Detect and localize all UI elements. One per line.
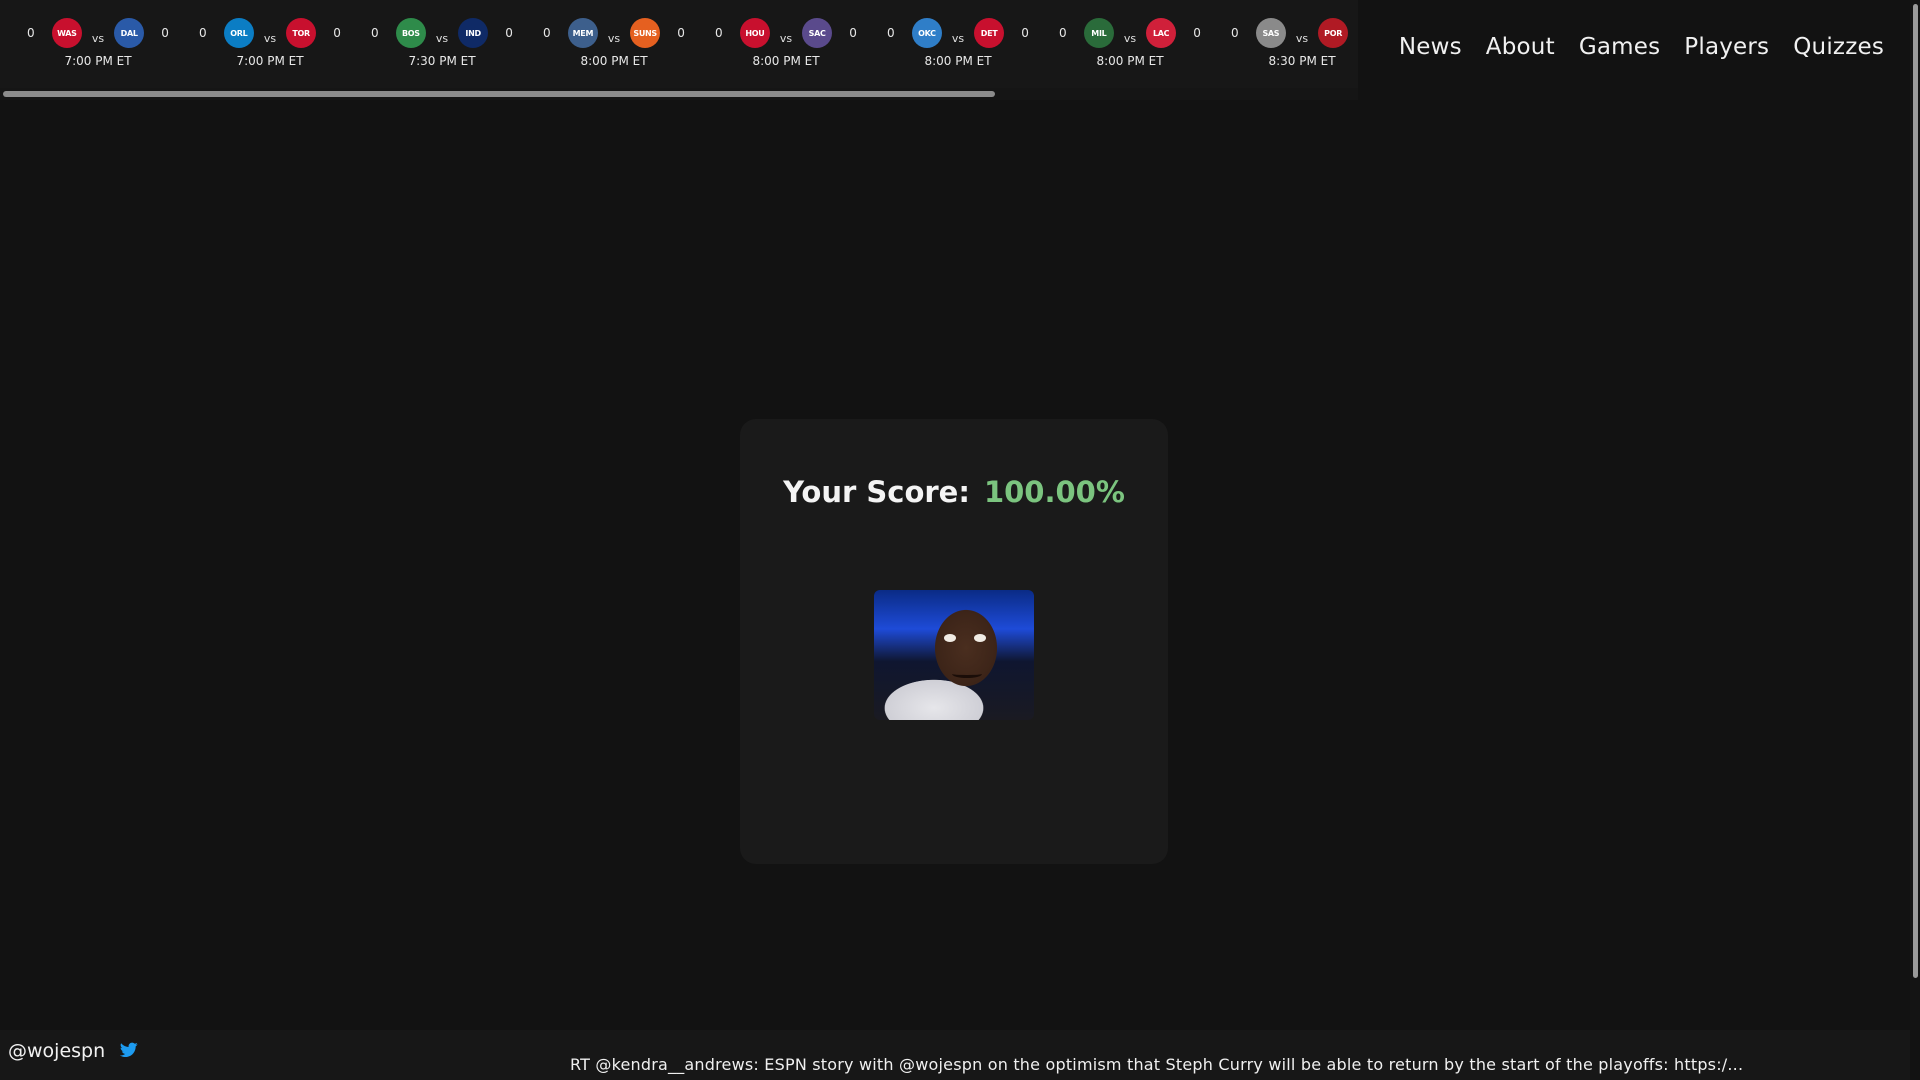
home-score: 0 bbox=[505, 26, 513, 40]
game-matchup: 0 MIL vs LAC 0 bbox=[1044, 14, 1216, 52]
result-reaction-image bbox=[874, 590, 1034, 720]
game-time: 8:00 PM ET bbox=[924, 54, 992, 68]
away-team-logo-icon: MEM bbox=[567, 18, 598, 48]
away-team-logo-icon: HOU bbox=[739, 18, 770, 48]
page: 0 WAS vs DAL 0 7:00 PM ET 0 ORL vs TOR 0… bbox=[0, 0, 1920, 1080]
nav-quizzes[interactable]: Quizzes bbox=[1793, 34, 1884, 60]
versus-label: vs bbox=[779, 31, 793, 45]
nav-about[interactable]: About bbox=[1486, 34, 1555, 60]
twitter-handle[interactable]: @wojespn bbox=[8, 1040, 105, 1062]
home-team-logo-icon: POR bbox=[1318, 18, 1349, 48]
versus-label: vs bbox=[1123, 31, 1137, 45]
ticker-game[interactable]: 0 SAS vs POR 0 8:30 PM ET bbox=[1216, 0, 1358, 88]
away-team-logo-icon: ORL bbox=[223, 18, 254, 48]
ticker-game[interactable]: 0 HOU vs SAC 0 8:00 PM ET bbox=[700, 0, 872, 88]
away-team-logo-icon: OKC bbox=[911, 18, 942, 48]
game-time: 8:00 PM ET bbox=[580, 54, 648, 68]
home-score: 0 bbox=[1193, 26, 1201, 40]
away-score: 0 bbox=[543, 26, 551, 40]
home-team-logo-icon: LAC bbox=[1146, 18, 1177, 48]
home-team-logo-icon: IND bbox=[458, 18, 489, 48]
game-matchup: 0 ORL vs TOR 0 bbox=[184, 14, 356, 52]
versus-label: vs bbox=[1295, 31, 1309, 45]
home-team-logo-icon: SAC bbox=[802, 18, 833, 48]
nav-games[interactable]: Games bbox=[1579, 34, 1660, 60]
page-scrollbar[interactable] bbox=[1910, 0, 1920, 1030]
game-matchup: 0 MEM vs SUNS 0 bbox=[528, 14, 700, 52]
game-matchup: 0 SAS vs POR 0 bbox=[1216, 14, 1358, 52]
game-matchup: 0 WAS vs DAL 0 bbox=[12, 14, 184, 52]
home-score: 0 bbox=[849, 26, 857, 40]
home-team-logo-icon: DET bbox=[974, 18, 1005, 48]
away-team-logo-icon: WAS bbox=[51, 18, 82, 48]
ticker-scrollbar[interactable] bbox=[0, 88, 1358, 100]
home-score: 0 bbox=[1021, 26, 1029, 40]
ticker-game[interactable]: 0 MEM vs SUNS 0 8:00 PM ET bbox=[528, 0, 700, 88]
game-matchup: 0 BOS vs IND 0 bbox=[356, 14, 528, 52]
score-line: Your Score: 100.00% bbox=[740, 475, 1168, 509]
versus-label: vs bbox=[951, 31, 965, 45]
away-score: 0 bbox=[371, 26, 379, 40]
away-score: 0 bbox=[199, 26, 207, 40]
main-nav: News About Games Players Quizzes bbox=[1399, 34, 1884, 60]
home-team-logo-icon: TOR bbox=[286, 18, 317, 48]
away-score: 0 bbox=[887, 26, 895, 40]
ticker-game[interactable]: 0 OKC vs DET 0 8:00 PM ET bbox=[872, 0, 1044, 88]
home-score: 0 bbox=[677, 26, 685, 40]
game-time: 8:30 PM ET bbox=[1268, 54, 1336, 68]
games-ticker[interactable]: 0 WAS vs DAL 0 7:00 PM ET 0 ORL vs TOR 0… bbox=[0, 0, 1358, 100]
nav-players[interactable]: Players bbox=[1684, 34, 1769, 60]
twitter-icon[interactable] bbox=[120, 1042, 138, 1058]
game-time: 7:30 PM ET bbox=[408, 54, 476, 68]
home-team-logo-icon: DAL bbox=[114, 18, 145, 48]
away-score: 0 bbox=[1059, 26, 1067, 40]
away-team-logo-icon: MIL bbox=[1083, 18, 1114, 48]
away-score: 0 bbox=[715, 26, 723, 40]
ticker-track: 0 WAS vs DAL 0 7:00 PM ET 0 ORL vs TOR 0… bbox=[0, 0, 1358, 88]
game-time: 8:00 PM ET bbox=[752, 54, 820, 68]
nav-news[interactable]: News bbox=[1399, 34, 1462, 60]
versus-label: vs bbox=[263, 31, 277, 45]
ticker-game[interactable]: 0 WAS vs DAL 0 7:00 PM ET bbox=[12, 0, 184, 88]
latest-tweet[interactable]: RT @kendra__andrews: ESPN story with @wo… bbox=[570, 1055, 1743, 1074]
away-team-logo-icon: BOS bbox=[395, 18, 426, 48]
score-value: 100.00% bbox=[983, 475, 1125, 509]
game-time: 8:00 PM ET bbox=[1096, 54, 1164, 68]
game-matchup: 0 HOU vs SAC 0 bbox=[700, 14, 872, 52]
ticker-game[interactable]: 0 BOS vs IND 0 7:30 PM ET bbox=[356, 0, 528, 88]
away-score: 0 bbox=[1231, 26, 1239, 40]
score-label: Your Score: bbox=[783, 475, 970, 509]
ticker-scrollbar-thumb[interactable] bbox=[3, 91, 995, 97]
game-time: 7:00 PM ET bbox=[64, 54, 132, 68]
tweet-bar: @wojespn RT @kendra__andrews: ESPN story… bbox=[0, 1030, 1910, 1080]
away-team-logo-icon: SAS bbox=[1255, 18, 1286, 48]
home-team-logo-icon: SUNS bbox=[630, 18, 661, 48]
ticker-game[interactable]: 0 MIL vs LAC 0 8:00 PM ET bbox=[1044, 0, 1216, 88]
away-score: 0 bbox=[27, 26, 35, 40]
game-time: 7:00 PM ET bbox=[236, 54, 304, 68]
ticker-game[interactable]: 0 ORL vs TOR 0 7:00 PM ET bbox=[184, 0, 356, 88]
versus-label: vs bbox=[435, 31, 449, 45]
home-score: 0 bbox=[333, 26, 341, 40]
versus-label: vs bbox=[607, 31, 621, 45]
home-score: 0 bbox=[161, 26, 169, 40]
game-matchup: 0 OKC vs DET 0 bbox=[872, 14, 1044, 52]
versus-label: vs bbox=[91, 31, 105, 45]
page-scrollbar-thumb[interactable] bbox=[1913, 4, 1918, 978]
quiz-result-card: Your Score: 100.00% bbox=[740, 419, 1168, 864]
